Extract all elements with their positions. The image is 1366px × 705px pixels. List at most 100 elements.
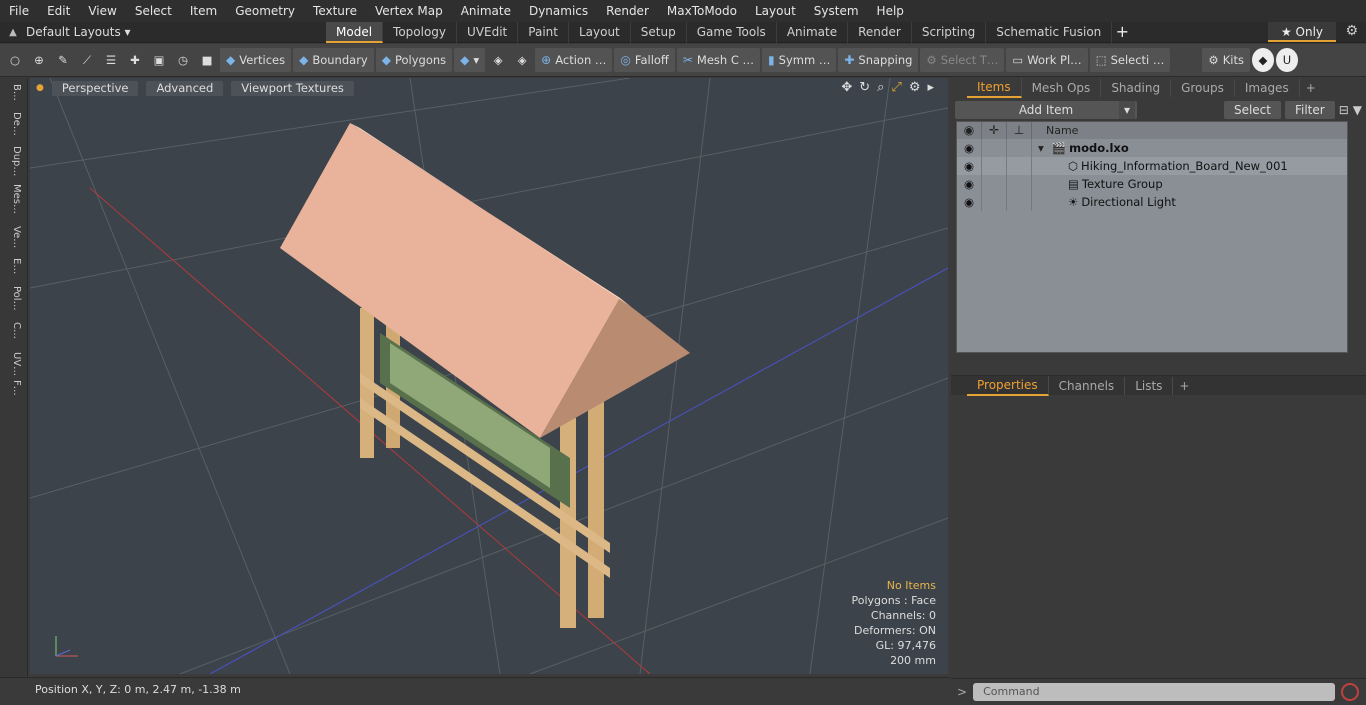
- eye-icon[interactable]: ◉: [957, 139, 982, 157]
- menu-select[interactable]: Select: [126, 0, 181, 22]
- tab-mesh-ops[interactable]: Mesh Ops: [1022, 79, 1102, 97]
- strip-tab-10[interactable]: F…: [4, 380, 22, 396]
- tab-model[interactable]: Model: [326, 21, 384, 43]
- tab-images[interactable]: Images: [1235, 79, 1300, 97]
- viewport-arrow-icon[interactable]: ▸: [927, 80, 934, 95]
- falloff-button[interactable]: ◎ Falloff: [614, 48, 675, 72]
- command-input[interactable]: Command: [973, 683, 1336, 701]
- strip-tab-7[interactable]: Pol…: [4, 286, 22, 311]
- menu-item[interactable]: Item: [181, 0, 226, 22]
- record-icon[interactable]: [1341, 683, 1360, 701]
- name-column[interactable]: Name: [1032, 124, 1078, 137]
- tab-channels[interactable]: Channels: [1049, 376, 1126, 395]
- add-item-dropdown-icon[interactable]: ▾: [1119, 101, 1135, 119]
- snapping-button[interactable]: ✚ Snapping: [838, 48, 919, 72]
- menu-file[interactable]: File: [0, 0, 38, 22]
- advanced-button[interactable]: Advanced: [146, 80, 224, 96]
- tab-game-tools[interactable]: Game Tools: [687, 21, 777, 43]
- zoom-icon[interactable]: ⌕: [877, 80, 884, 95]
- menu-system[interactable]: System: [805, 0, 868, 22]
- layout-arrow-icon[interactable]: ▲: [0, 27, 26, 38]
- boundary-button[interactable]: ◆ Boundary: [293, 48, 374, 72]
- viewport-gear-icon[interactable]: ⚙: [909, 80, 921, 95]
- viewport-textures-button[interactable]: Viewport Textures: [231, 80, 354, 96]
- menu-maxtomodo[interactable]: MaxToModo: [658, 0, 746, 22]
- tab-scripting[interactable]: Scripting: [912, 21, 987, 43]
- fit-icon[interactable]: ⤢: [891, 80, 901, 95]
- add-panel-tab-icon[interactable]: +: [1306, 81, 1316, 95]
- tab-groups[interactable]: Groups: [1171, 79, 1235, 97]
- tab-layout[interactable]: Layout: [569, 21, 631, 43]
- add-tab-icon[interactable]: +: [1112, 22, 1132, 43]
- globe-icon[interactable]: ⊕: [28, 48, 50, 72]
- strip-tab-4[interactable]: Mes…: [4, 184, 22, 214]
- cube-icon[interactable]: ■: [196, 48, 218, 72]
- tab-uvedit[interactable]: UVEdit: [457, 21, 519, 43]
- strip-tab-9[interactable]: UV…: [4, 352, 22, 376]
- tab-topology[interactable]: Topology: [383, 21, 458, 43]
- symmetry-button[interactable]: ▮ Symm …: [762, 48, 837, 72]
- selection-button[interactable]: ⬚ Selecti …: [1089, 48, 1171, 72]
- eye-icon[interactable]: ◉: [957, 157, 982, 175]
- tree-scrollbar[interactable]: [1348, 121, 1362, 353]
- move-icon[interactable]: ✥: [841, 80, 852, 95]
- funnel-icon[interactable]: ▼: [1353, 103, 1362, 117]
- menu-layout[interactable]: Layout: [746, 0, 805, 22]
- menu-edit[interactable]: Edit: [38, 0, 79, 22]
- eye-icon[interactable]: ◉: [957, 193, 982, 211]
- menu-render[interactable]: Render: [597, 0, 658, 22]
- filter-button[interactable]: Filter: [1284, 101, 1335, 119]
- tree-row-texture-group[interactable]: ◉ ▤ Texture Group: [957, 175, 1347, 193]
- menu-texture[interactable]: Texture: [304, 0, 366, 22]
- menu-animate[interactable]: Animate: [452, 0, 520, 22]
- 3d-viewport[interactable]: ● Perspective Advanced Viewport Textures…: [30, 78, 948, 674]
- tab-properties[interactable]: Properties: [967, 375, 1049, 396]
- vertices-button[interactable]: ◆ Vertices: [220, 48, 292, 72]
- strip-tab-5[interactable]: Ve…: [4, 226, 22, 248]
- kits-button[interactable]: ⚙ Kits: [1202, 48, 1250, 72]
- select-button[interactable]: Select: [1223, 101, 1281, 119]
- center-icon[interactable]: ✚: [124, 48, 146, 72]
- shield-icon[interactable]: ◈: [487, 48, 509, 72]
- add-properties-tab-icon[interactable]: +: [1179, 379, 1189, 393]
- item-mode-button[interactable]: ◆ ▾: [454, 48, 486, 72]
- tab-schematic-fusion[interactable]: Schematic Fusion: [986, 21, 1113, 43]
- menu-help[interactable]: Help: [868, 0, 913, 22]
- work-plane-button[interactable]: ▭ Work Pl…: [1006, 48, 1088, 72]
- gear-icon[interactable]: ⚙: [1345, 23, 1358, 39]
- sphere-select-icon[interactable]: ○: [4, 48, 26, 72]
- default-layouts-dropdown[interactable]: Default Layouts ▾: [26, 25, 326, 39]
- tab-items[interactable]: Items: [967, 78, 1022, 98]
- shield2-icon[interactable]: ◈: [511, 48, 533, 72]
- expand-icon[interactable]: ▾: [1032, 141, 1044, 155]
- strip-tab-1[interactable]: B…: [4, 84, 22, 101]
- rotate-icon[interactable]: ↻: [859, 80, 870, 95]
- menu-vertex-map[interactable]: Vertex Map: [366, 0, 452, 22]
- tree-row-scene[interactable]: ◉ ▾ 🎬 modo.lxo: [957, 139, 1347, 157]
- strip-tab-6[interactable]: E…: [4, 258, 22, 274]
- eye-icon[interactable]: ◉: [957, 175, 982, 193]
- tab-setup[interactable]: Setup: [631, 21, 687, 43]
- select-t-button[interactable]: ⚙ Select T…: [920, 48, 1005, 72]
- pen-icon[interactable]: ✎: [52, 48, 74, 72]
- align-icon[interactable]: ☰: [100, 48, 122, 72]
- menu-geometry[interactable]: Geometry: [226, 0, 304, 22]
- clock-icon[interactable]: ◷: [172, 48, 194, 72]
- tab-render[interactable]: Render: [848, 21, 912, 43]
- tree-row-light[interactable]: ◉ ☀ Directional Light: [957, 193, 1347, 211]
- tab-paint[interactable]: Paint: [518, 21, 569, 43]
- action-button[interactable]: ⊕ Action …: [535, 48, 613, 72]
- strip-tab-8[interactable]: C…: [4, 322, 22, 339]
- menu-view[interactable]: View: [79, 0, 125, 22]
- menu-dynamics[interactable]: Dynamics: [520, 0, 597, 22]
- unity-icon[interactable]: ◆: [1251, 48, 1274, 72]
- strip-tab-2[interactable]: De…: [4, 112, 22, 136]
- add-item-button[interactable]: Add Item ▾: [955, 101, 1137, 119]
- tab-shading[interactable]: Shading: [1101, 79, 1172, 97]
- only-toggle[interactable]: ★ Only: [1268, 22, 1336, 42]
- polygons-button[interactable]: ◆ Polygons: [375, 48, 453, 72]
- square-icon[interactable]: ▣: [148, 48, 170, 72]
- tab-lists[interactable]: Lists: [1125, 376, 1174, 395]
- tab-animate[interactable]: Animate: [777, 21, 849, 43]
- brush-icon[interactable]: ⟋: [76, 48, 98, 72]
